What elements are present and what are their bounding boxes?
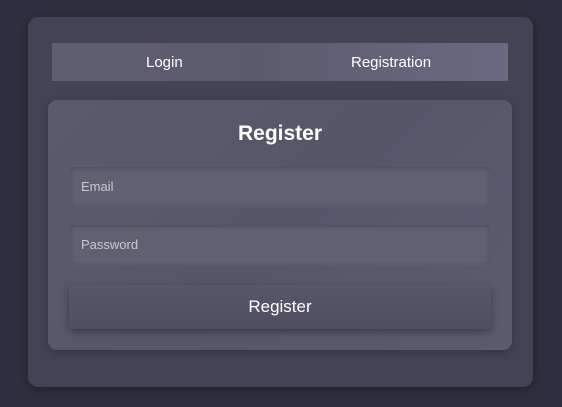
tab-registration-label: Registration	[351, 53, 432, 71]
email-field[interactable]	[70, 167, 490, 206]
auth-panel: Login Registration Register Register	[28, 17, 533, 387]
register-button[interactable]: Register	[69, 285, 491, 329]
tab-bar: Login Registration	[52, 43, 508, 81]
password-field[interactable]	[70, 225, 490, 264]
tab-login-label: Login	[146, 53, 183, 71]
form-title: Register	[237, 122, 323, 145]
register-form: Register Register	[48, 100, 512, 350]
tab-registration[interactable]: Registration	[280, 43, 508, 81]
tab-login[interactable]: Login	[52, 43, 280, 81]
